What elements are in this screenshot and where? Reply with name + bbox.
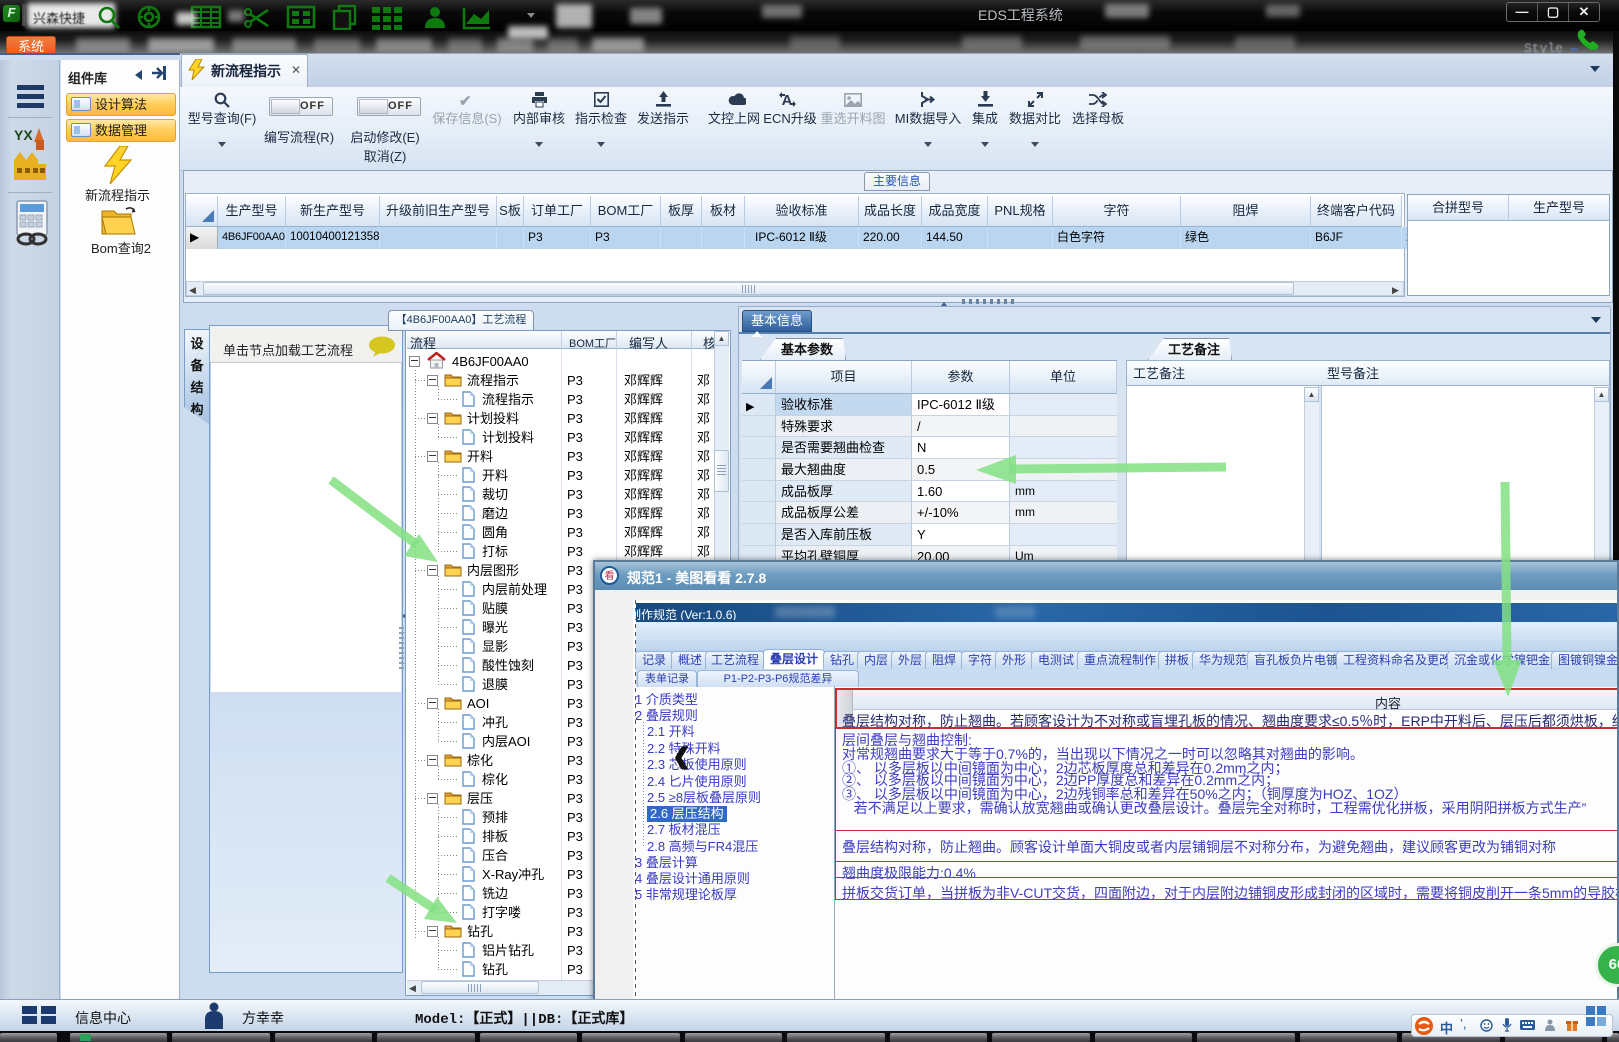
svg-text:YX: YX bbox=[14, 127, 33, 143]
